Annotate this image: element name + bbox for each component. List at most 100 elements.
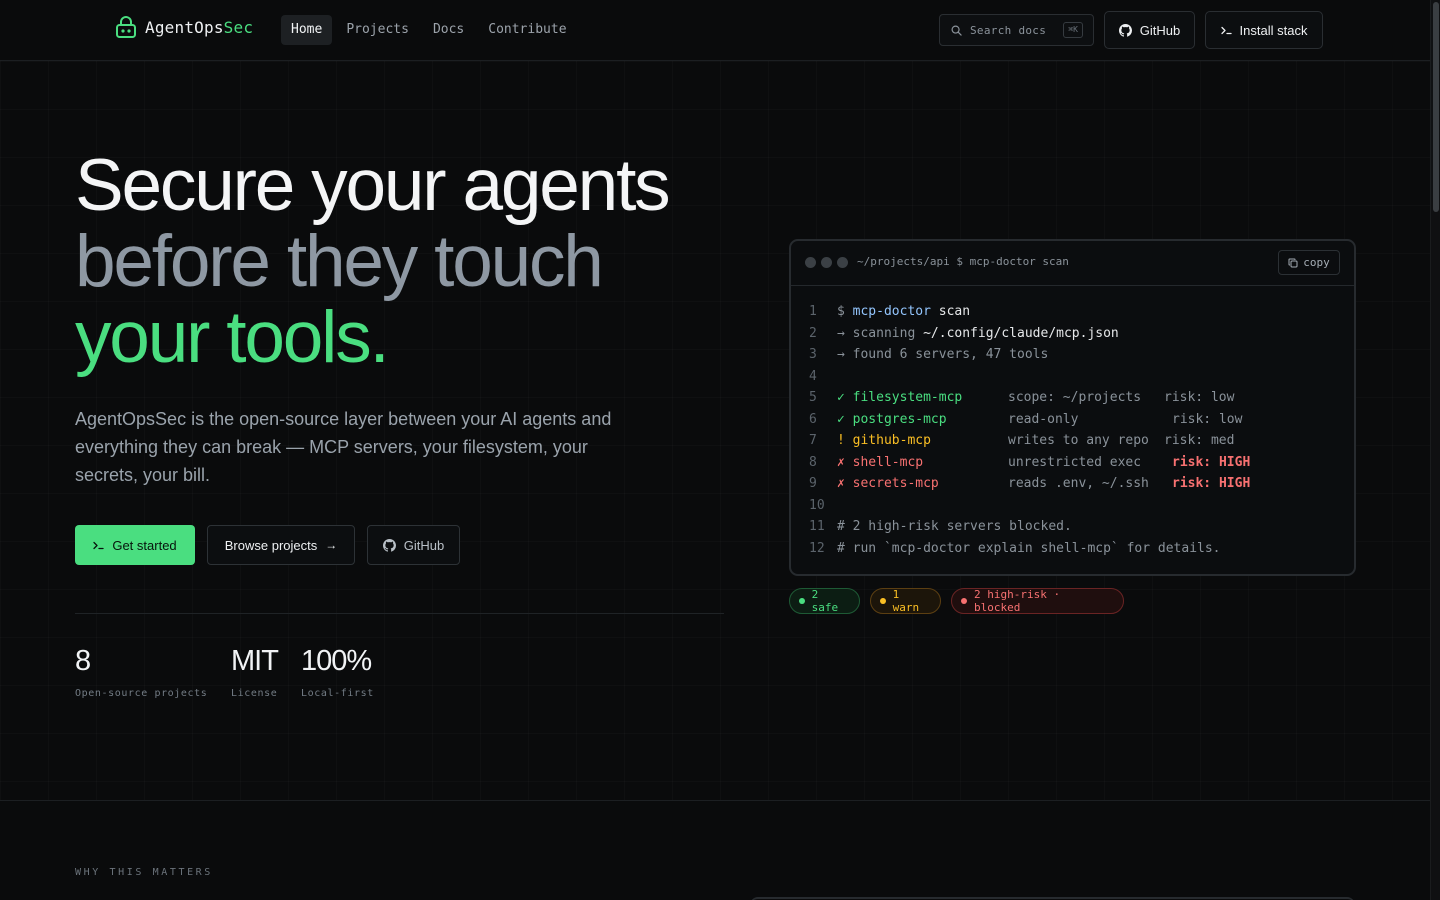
line-number: 11 [809,519,825,534]
code-line: 11 # 2 high-risk servers blocked. [809,519,1221,541]
install-stack-button[interactable]: Install stack [1205,11,1323,49]
warn-mark: ! [837,433,853,448]
line-number: 8 [809,454,817,470]
stat-local-first: 100% Local-first [301,645,374,699]
terminal-icon [1220,26,1232,34]
page-scrollbar[interactable] [1430,0,1440,900]
check-mark: ✓ [837,411,853,427]
nav-docs[interactable]: Docs [423,15,474,45]
main-nav: Home Projects Docs Contribute [281,15,581,45]
server-name: secrets-mcp [852,476,939,491]
line-number: 10 [809,497,825,513]
terminal-icon [93,541,104,549]
get-started-label: Get started [112,537,177,553]
code-line: 10 [809,498,1221,520]
prompt: $ [837,304,853,319]
server-scope: reads .env, ~/.ssh [1008,476,1149,491]
server-scope: read-only [1008,411,1079,427]
server-name: github-mcp [852,433,931,448]
status-dot [799,598,805,604]
line-number: 6 [809,411,817,427]
hero-headline-line1: Secure your agents [75,145,671,226]
nav-contribute[interactable]: Contribute [478,15,576,45]
server-row: 8 ✗ shell-mcp unrestricted exec risk: HIGH [809,454,1250,477]
nav-projects[interactable]: Projects [336,15,419,45]
server-name: postgres-mcp [852,411,947,427]
status-dot [961,598,967,604]
line-number: 1 [809,304,817,319]
install-stack-label: Install stack [1239,22,1308,38]
line-number: 3 [809,347,817,362]
server-risk: risk: med [1164,433,1235,448]
logo-text: AgentOpsSec [145,18,253,37]
stat-label: License [231,688,278,699]
server-risk: risk: HIGH [1172,454,1251,470]
stat-label: Local-first [301,688,374,699]
pill-label: 2 safe [811,588,839,614]
server-row: 9 ✗ secrets-mcp reads .env, ~/.ssh risk: HI… [809,476,1250,498]
output-text: → scanning [837,325,924,341]
high-risk-status-pill: 2 high-risk · blocked [951,588,1124,614]
search-docs-input[interactable]: Search docs ⌘K [939,14,1094,46]
terminal-window: ~/projects/api $ mcp-doctor scan copy 1 $… [789,239,1356,576]
window-dot [837,257,848,268]
lock-logo-icon [116,16,136,38]
line-number: 7 [809,433,817,448]
server-row: 7! github-mcp writes to any repo risk: med [809,433,1234,455]
pill-label: 1 warn [892,588,920,614]
scrollbar-thumb[interactable] [1433,2,1439,212]
line-number: 5 [809,390,817,405]
comment: # run `mcp-doctor explain shell-mcp` for… [837,540,1221,556]
stat-value: 100% [301,645,372,677]
code-line: 4 [809,369,1221,391]
pill-label: 2 high-risk · blocked [974,588,1061,614]
status-dot [880,598,886,604]
server-scope: unrestricted exec [1008,454,1142,470]
config-path: ~/.config/claude/mcp.json [923,325,1119,341]
window-dot [805,257,816,268]
stat-value: MIT [231,645,279,677]
line-number: 12 [809,540,825,556]
cross-mark: ✗ [837,476,853,491]
safe-status-pill: 2 safe [789,588,860,614]
get-started-button[interactable]: Get started [75,525,195,565]
server-row: 6 ✓ postgres-mcp read-only risk: low [809,411,1242,434]
server-row: 5 ✓ filesystem-mcp scope: ~/projects risk: … [809,390,1234,412]
search-icon [951,25,962,36]
stat-value: 8 [75,645,91,677]
cross-mark: ✗ [837,454,853,470]
output-text: → found 6 servers, 47 tools [837,347,1049,362]
check-mark: ✓ [837,390,853,405]
logo-accent: Sec [223,17,254,37]
hero-github-label: GitHub [403,537,445,553]
terminal-output: 1 $ mcp-doctor scan 2 → scanning ~/.config… [809,304,1250,562]
server-risk: risk: low [1164,390,1235,405]
browse-projects-button[interactable]: Browse projects → [207,525,355,565]
hero-divider [75,613,724,614]
warn-status-pill: 1 warn [870,588,941,614]
terminal-titlebar: ~/projects/api $ mcp-doctor scan copy [791,241,1354,286]
comment: # 2 high-risk servers blocked. [837,519,1072,534]
server-scope: writes to any repo [1008,433,1149,448]
hero-headline: Secure your agents before they touch you… [75,145,671,376]
server-risk: risk: HIGH [1172,476,1251,491]
nav-home[interactable]: Home [281,15,333,45]
stat-projects: 8 Open-source projects [75,645,207,699]
header-github-button[interactable]: GitHub [1104,11,1195,49]
command: mcp-doctor [852,304,931,319]
command-arg: scan [930,304,971,319]
hero-github-button[interactable]: GitHub [367,525,460,565]
search-placeholder: Search docs [970,23,1047,37]
code-line: 2 → scanning ~/.config/claude/mcp.json [809,326,1221,348]
stat-label: Open-source projects [75,688,208,699]
terminal-path: ~/projects/api $ mcp-doctor scan [857,255,1069,268]
hero-headline-line2: before they touch [75,221,604,302]
site-header: AgentOpsSec Home Projects Docs Contribut… [0,0,1430,61]
logo[interactable]: AgentOpsSec [115,15,253,39]
hero-description: AgentOpsSec is the open-source layer bet… [75,409,612,485]
line-number: 2 [809,325,817,341]
stat-license: MIT License [231,645,279,699]
server-scope: scope: ~/projects [1008,390,1142,405]
copy-button[interactable]: copy [1278,250,1340,275]
section-eyebrow: WHY THIS MATTERS [75,867,213,878]
